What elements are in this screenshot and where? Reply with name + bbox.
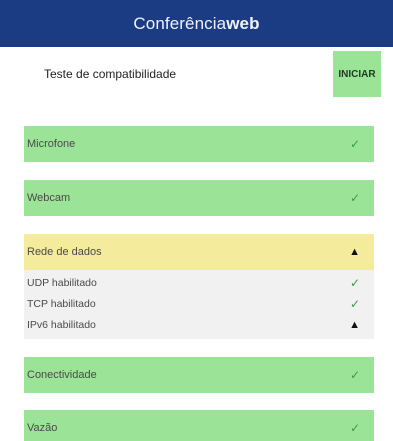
page: Conferênciaweb Teste de compatibilidade … [0, 0, 393, 441]
check-icon: ✓ [349, 368, 360, 382]
test-item-conectividade[interactable]: Conectividade ✓ [24, 357, 374, 393]
page-title: Teste de compatibilidade [44, 67, 177, 81]
test-item-label: Vazão [27, 422, 58, 434]
check-icon: ✓ [349, 276, 360, 290]
warning-icon: ▲ [349, 319, 360, 331]
test-item-label: Rede de dados [27, 246, 102, 258]
detail-row-udp: UDP habilitado ✓ [27, 274, 360, 292]
brand-logo: Conferênciaweb [133, 14, 259, 34]
detail-label: IPv6 habilitado [27, 319, 96, 331]
warning-icon: ▲ [349, 246, 360, 258]
detail-row-ipv6: IPv6 habilitado ▲ [27, 316, 360, 334]
test-item-label: Microfone [27, 138, 76, 150]
check-icon: ✓ [349, 421, 360, 435]
start-button[interactable]: INICIAR [333, 51, 381, 97]
detail-row-tcp: TCP habilitado ✓ [27, 295, 360, 313]
test-item-label: Webcam [27, 192, 71, 204]
test-item-webcam[interactable]: Webcam ✓ [24, 180, 374, 216]
rede-details: UDP habilitado ✓ TCP habilitado ✓ IPv6 h… [24, 270, 374, 339]
detail-label: TCP habilitado [27, 298, 96, 310]
test-item-label: Conectividade [27, 369, 97, 381]
check-icon: ✓ [349, 297, 360, 311]
brand-bold-text: web [226, 13, 260, 33]
check-icon: ✓ [349, 137, 360, 151]
detail-label: UDP habilitado [27, 277, 97, 289]
brand-light-text: Conferência [133, 13, 227, 33]
test-item-microfone[interactable]: Microfone ✓ [24, 126, 374, 162]
test-item-vazao[interactable]: Vazão ✓ [24, 410, 374, 441]
app-header: Conferênciaweb [0, 0, 393, 47]
test-item-rede-de-dados[interactable]: Rede de dados ▲ [24, 234, 374, 270]
check-icon: ✓ [349, 191, 360, 205]
